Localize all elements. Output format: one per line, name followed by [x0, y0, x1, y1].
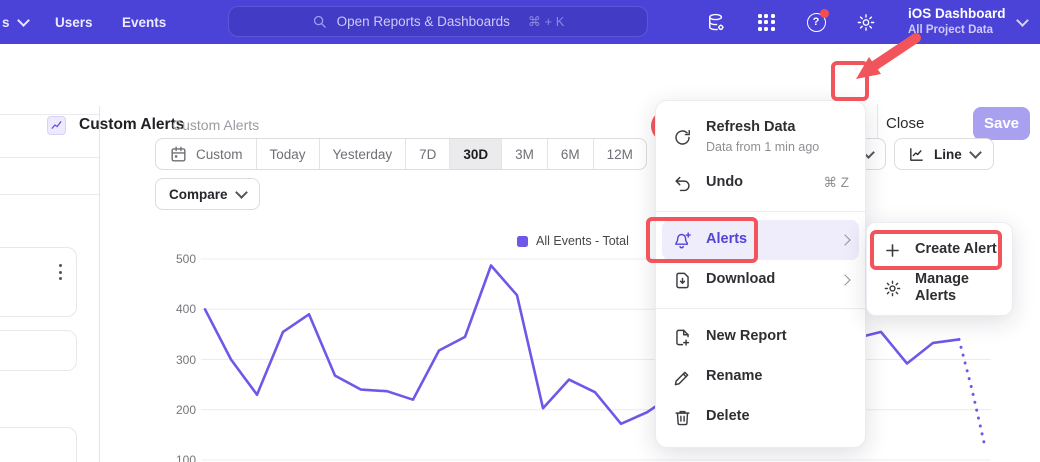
menu-item-rename[interactable]: Rename: [656, 357, 865, 397]
close-button[interactable]: Close: [886, 115, 924, 132]
data-source-icon[interactable]: [706, 12, 726, 32]
menu-item-label: New Report: [706, 328, 787, 345]
help-icon[interactable]: ?: [806, 12, 826, 32]
chevron-down-icon: [17, 14, 30, 27]
project-selector[interactable]: iOS Dashboard All Project Data: [908, 0, 1027, 44]
nav-item-users[interactable]: Users: [55, 0, 93, 44]
notification-dot: [820, 9, 829, 18]
nav-icon-group: ?: [706, 0, 876, 44]
page-title: Custom Alerts: [79, 116, 184, 134]
project-scope: All Project Data: [908, 23, 1006, 37]
date-range-yesterday[interactable]: Yesterday: [319, 139, 406, 169]
project-name: iOS Dashboard: [908, 6, 1006, 23]
chevron-right-icon: [839, 274, 850, 285]
date-range-7d[interactable]: 7D: [405, 139, 449, 169]
date-range-today[interactable]: Today: [256, 139, 319, 169]
kebab-menu-icon[interactable]: [59, 264, 62, 280]
menu-item-label: Create Alert: [915, 241, 997, 258]
sidebar-card[interactable]: [0, 247, 77, 317]
more-options-menu: Refresh Data Data from 1 min ago Undo ⌘ Z Al…: [655, 100, 866, 448]
download-icon: [672, 270, 692, 290]
menu-item-label: Manage Alerts: [915, 271, 997, 306]
apps-grid-icon[interactable]: [756, 12, 776, 32]
menu-item-new-report[interactable]: New Report: [656, 317, 865, 357]
menu-item-label: Alerts: [706, 231, 747, 248]
nav-partial-label: s: [2, 15, 10, 30]
chevron-down-icon: [969, 146, 982, 159]
nav-item-partial[interactable]: s: [2, 0, 28, 44]
gear-icon: [882, 278, 902, 298]
breadcrumb: Custom Alerts: [172, 117, 259, 133]
menu-item-refresh[interactable]: Refresh Data Data from 1 min ago: [656, 111, 865, 163]
plus-icon: [882, 240, 902, 260]
new-report-icon: [672, 327, 692, 347]
date-range-custom[interactable]: Custom: [156, 139, 256, 169]
date-range-12m[interactable]: 12M: [593, 139, 646, 169]
search-placeholder: Open Reports & Dashboards: [337, 14, 510, 29]
bell-plus-icon: [672, 230, 692, 250]
y-axis-tick: 200: [150, 403, 196, 417]
menu-item-label: Undo: [706, 174, 743, 191]
menu-divider: [656, 308, 865, 309]
menu-item-create-alert[interactable]: Create Alert: [867, 231, 1012, 269]
nav-item-events[interactable]: Events: [122, 0, 166, 44]
chart-legend[interactable]: All Events - Total: [517, 234, 629, 248]
menu-item-undo[interactable]: Undo ⌘ Z: [656, 163, 865, 203]
menu-item-label: Delete: [706, 408, 750, 425]
line-chart-icon: [908, 146, 925, 163]
menu-item-download[interactable]: Download: [656, 260, 865, 300]
app-window: 500 400 300 200 100 s Users Events Open Repo…: [0, 0, 1040, 462]
menu-divider: [656, 211, 865, 212]
alerts-submenu: Create Alert Manage Alerts: [866, 222, 1013, 316]
chevron-down-icon: [1016, 14, 1029, 27]
menu-item-subtext: Data from 1 min ago: [706, 140, 819, 155]
calendar-icon: [169, 145, 188, 164]
divider: [877, 104, 878, 138]
search-shortcut: ⌘ + K: [528, 14, 565, 30]
menu-item-delete[interactable]: Delete: [656, 397, 865, 437]
menu-item-label: Download: [706, 271, 775, 288]
date-range-30d[interactable]: 30D: [449, 139, 501, 169]
y-axis-tick: 100: [150, 453, 196, 462]
y-axis-tick: 300: [150, 353, 196, 367]
menu-item-shortcut: ⌘ Z: [824, 175, 850, 191]
legend-swatch: [517, 236, 528, 247]
sidebar-divider: [99, 106, 100, 462]
date-range-3m[interactable]: 3M: [501, 139, 547, 169]
save-button[interactable]: Save: [973, 107, 1030, 140]
y-axis-tick: 400: [150, 302, 196, 316]
refresh-icon: [672, 127, 692, 147]
report-type-icon: [47, 116, 66, 135]
compare-button[interactable]: Compare: [155, 178, 260, 210]
legend-label: All Events - Total: [536, 234, 629, 248]
date-range-6m[interactable]: 6M: [547, 139, 593, 169]
menu-item-alerts[interactable]: Alerts: [662, 220, 859, 260]
sidebar-card[interactable]: [0, 427, 77, 462]
y-axis-tick: 500: [150, 252, 196, 266]
pencil-icon: [672, 367, 692, 387]
chart-type-button[interactable]: Line: [894, 138, 994, 170]
search-input[interactable]: Open Reports & Dashboards ⌘ + K: [228, 6, 648, 37]
chevron-right-icon: [839, 234, 850, 245]
trash-icon: [672, 407, 692, 427]
sidebar-card[interactable]: [0, 330, 77, 371]
chevron-down-icon: [235, 186, 248, 199]
top-nav-bar: s Users Events Open Reports & Dashboards…: [0, 0, 1040, 44]
settings-gear-icon[interactable]: [856, 12, 876, 32]
date-range-segmented-control: CustomTodayYesterday7D30D3M6M12M: [155, 138, 647, 170]
undo-icon: [672, 173, 692, 193]
menu-item-manage-alerts[interactable]: Manage Alerts: [867, 269, 1012, 307]
menu-item-label: Refresh Data: [706, 119, 819, 136]
search-icon: [312, 14, 327, 29]
report-header: Custom Alerts Custom Alerts GV Duplicate…: [0, 44, 1040, 106]
menu-item-label: Rename: [706, 368, 762, 385]
